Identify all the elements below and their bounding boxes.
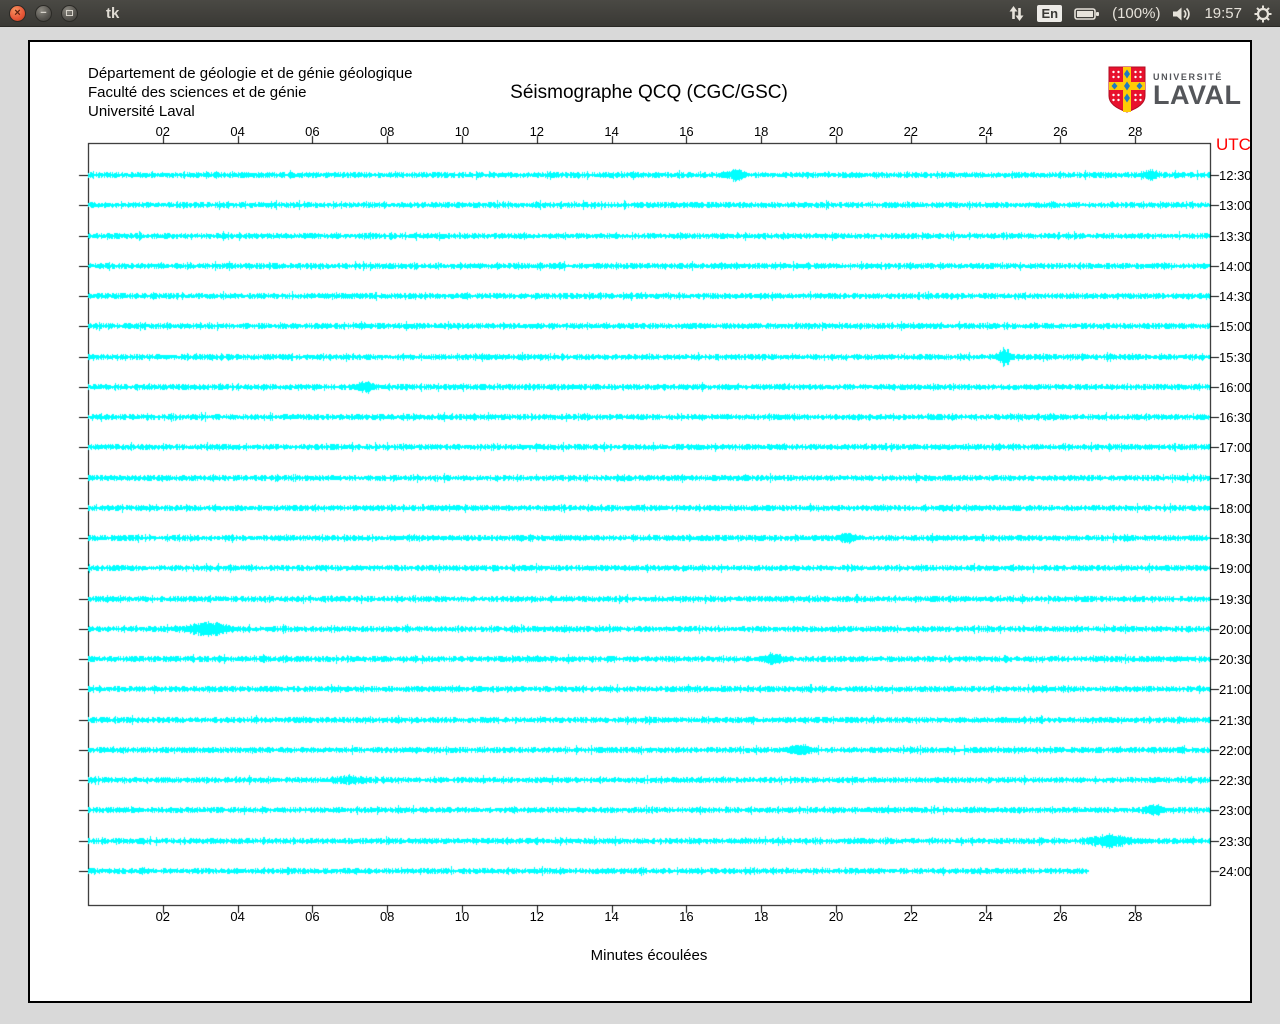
utc-time-label: 20:30 — [1219, 652, 1252, 668]
x-tick-label-bottom: 04 — [230, 909, 245, 924]
system-tray: En (100%) 19:57 — [1008, 0, 1272, 27]
minimize-button[interactable]: − — [35, 4, 52, 22]
titlebar: × − tk En (100%) 19:57 — [0, 0, 1280, 27]
x-tick-label-top: 08 — [379, 124, 395, 139]
keyboard-layout-indicator[interactable]: En — [1037, 5, 1063, 22]
x-tick-label-bottom: 24 — [978, 909, 993, 924]
x-tick-label-top: 14 — [604, 124, 619, 139]
x-tick-label-bottom: 16 — [679, 909, 694, 924]
battery-percent[interactable]: (100%) — [1112, 5, 1160, 22]
page-title: Séismographe QCQ (CGC/GSC) — [510, 82, 788, 103]
universite-laval-logo: UNIVERSITÉ LAVAL — [1108, 66, 1241, 113]
utc-time-label: 14:30 — [1219, 289, 1252, 305]
utc-time-label: 23:00 — [1219, 803, 1252, 819]
utc-time-label: 19:00 — [1219, 561, 1252, 577]
utc-time-label: 15:00 — [1219, 319, 1252, 335]
utc-time-label: 21:00 — [1219, 682, 1252, 698]
utc-time-label: 16:00 — [1219, 379, 1252, 395]
institution-line-1: Département de géologie et de génie géol… — [88, 65, 413, 82]
x-tick-label-top: 24 — [978, 124, 993, 139]
x-tick-label-bottom: 22 — [903, 909, 919, 924]
utc-time-label: 24:00 — [1219, 863, 1252, 879]
x-tick-label-bottom: 18 — [753, 909, 769, 924]
maximize-icon — [66, 10, 73, 16]
institution-line-3: Université Laval — [88, 103, 195, 120]
window-buttons: × − — [0, 4, 78, 22]
updown-arrows-icon[interactable] — [1008, 5, 1025, 22]
close-button[interactable]: × — [9, 4, 26, 22]
x-tick-label-top: 04 — [230, 124, 245, 139]
x-tick-label-bottom: 20 — [828, 909, 844, 924]
x-tick-label-bottom: 12 — [529, 909, 545, 924]
utc-time-label: 15:30 — [1219, 349, 1252, 365]
utc-time-label: 18:30 — [1219, 531, 1252, 547]
x-tick-label-top: 16 — [679, 124, 694, 139]
maximize-button[interactable] — [61, 4, 78, 22]
utc-time-label: 19:30 — [1219, 591, 1252, 607]
x-tick-label-top: 22 — [903, 124, 919, 139]
x-tick-label-top: 28 — [1127, 124, 1143, 139]
window-title: tk — [106, 4, 120, 22]
x-tick-label-top: 20 — [828, 124, 844, 139]
x-tick-label-top: 10 — [454, 124, 470, 139]
laval-shield-icon — [1108, 66, 1146, 113]
utc-time-label: 14:00 — [1219, 258, 1252, 274]
utc-time-label: 22:00 — [1219, 742, 1252, 758]
x-tick-label-bottom: 06 — [305, 909, 320, 924]
x-tick-label-bottom: 14 — [604, 909, 619, 924]
seismograph-page: Département de géologie et de génie géol… — [30, 42, 1252, 1001]
x-tick-label-bottom: 28 — [1127, 909, 1143, 924]
volume-icon[interactable] — [1172, 6, 1192, 22]
x-tick-label-bottom: 02 — [155, 909, 171, 924]
laval-wordmark-bottom: LAVAL — [1153, 79, 1242, 110]
utc-time-label: 18:00 — [1219, 500, 1252, 516]
utc-time-label: 12:30 — [1219, 168, 1252, 183]
x-tick-label-top: 02 — [155, 124, 171, 139]
x-tick-label-top: 26 — [1053, 124, 1068, 139]
utc-time-label: 23:30 — [1219, 833, 1252, 849]
x-tick-label-top: 06 — [305, 124, 320, 139]
utc-axis-title: UTC — [1216, 135, 1251, 154]
utc-time-label: 13:30 — [1219, 228, 1252, 244]
utc-time-label: 21:30 — [1219, 712, 1252, 728]
x-tick-label-top: 18 — [753, 124, 769, 139]
laval-wordmark: UNIVERSITÉ LAVAL — [1153, 72, 1242, 110]
clock[interactable]: 19:57 — [1204, 5, 1242, 22]
x-tick-label-top: 12 — [529, 124, 545, 139]
x-axis-caption: Minutes écoulées — [590, 947, 708, 964]
utc-time-label: 20:00 — [1219, 621, 1252, 637]
seismograph-plot-canvas — [30, 42, 1250, 1001]
x-tick-label-bottom: 08 — [379, 909, 395, 924]
battery-icon[interactable] — [1074, 7, 1100, 21]
x-tick-label-bottom: 10 — [454, 909, 470, 924]
tk-window: Département de géologie et de génie géol… — [28, 40, 1252, 1003]
x-tick-label-bottom: 26 — [1053, 909, 1068, 924]
utc-time-label: 13:00 — [1219, 198, 1252, 214]
utc-time-label: 22:30 — [1219, 773, 1252, 789]
utc-time-label: 17:00 — [1219, 440, 1252, 456]
utc-time-label: 17:30 — [1219, 470, 1252, 486]
session-gear-icon[interactable] — [1254, 5, 1272, 23]
utc-time-label: 16:30 — [1219, 410, 1252, 426]
